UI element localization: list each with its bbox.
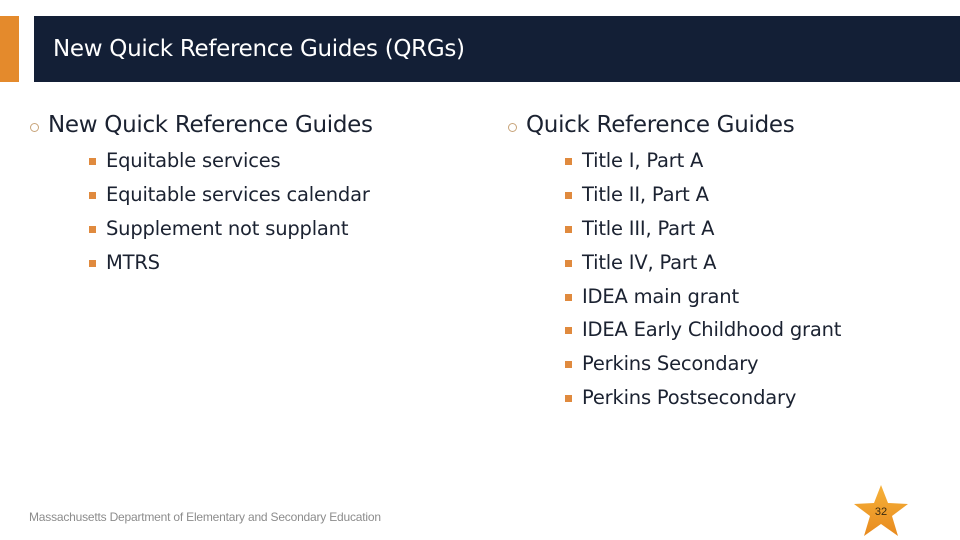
list-item-label: Title I, Part A bbox=[582, 149, 704, 173]
list-item: Equitable services bbox=[89, 144, 373, 178]
list-item: Title III, Part A bbox=[565, 212, 841, 246]
list-item: Supplement not supplant bbox=[89, 212, 373, 246]
left-column: New Quick Reference Guides Equitable ser… bbox=[30, 108, 373, 279]
slide-title: New Quick Reference Guides (QRGs) bbox=[53, 36, 465, 62]
list-item-label: Perkins Secondary bbox=[582, 352, 759, 376]
circle-bullet-icon bbox=[508, 122, 517, 132]
slide-header: New Quick Reference Guides (QRGs) bbox=[34, 16, 960, 82]
square-bullet-icon bbox=[565, 158, 572, 166]
list-item: Perkins Secondary bbox=[565, 347, 841, 381]
list-item-label: Title III, Part A bbox=[582, 216, 715, 240]
list-item-label: Perkins Postsecondary bbox=[582, 385, 797, 409]
right-heading-item: Quick Reference Guides bbox=[508, 108, 841, 142]
list-item: Title IV, Part A bbox=[565, 245, 841, 279]
list-item-label: IDEA main grant bbox=[582, 284, 739, 308]
square-bullet-icon bbox=[89, 225, 96, 233]
list-item-label: Equitable services bbox=[106, 149, 281, 173]
footer-organization: Massachusetts Department of Elementary a… bbox=[29, 510, 381, 524]
left-heading: New Quick Reference Guides bbox=[48, 112, 373, 138]
right-list: Title I, Part A Title II, Part A Title I… bbox=[565, 144, 841, 414]
list-item-label: Title II, Part A bbox=[582, 183, 709, 207]
square-bullet-icon bbox=[89, 158, 96, 166]
square-bullet-icon bbox=[565, 361, 572, 369]
list-item-label: MTRS bbox=[106, 250, 160, 274]
page-number-badge: 32 bbox=[852, 484, 910, 540]
square-bullet-icon bbox=[565, 192, 572, 200]
list-item: IDEA Early Childhood grant bbox=[565, 313, 841, 347]
list-item: MTRS bbox=[89, 245, 373, 279]
list-item: Perkins Postsecondary bbox=[565, 381, 841, 415]
list-item-label: Title IV, Part A bbox=[582, 250, 717, 274]
list-item: Equitable services calendar bbox=[89, 178, 373, 212]
circle-bullet-icon bbox=[30, 122, 39, 132]
list-item: IDEA main grant bbox=[565, 279, 841, 313]
left-list: Equitable services Equitable services ca… bbox=[89, 144, 373, 279]
square-bullet-icon bbox=[565, 293, 572, 301]
page-number: 32 bbox=[874, 506, 888, 518]
right-column: Quick Reference Guides Title I, Part A T… bbox=[508, 108, 841, 414]
square-bullet-icon bbox=[565, 225, 572, 233]
right-heading: Quick Reference Guides bbox=[526, 112, 795, 138]
list-item-label: Equitable services calendar bbox=[106, 183, 370, 207]
square-bullet-icon bbox=[89, 192, 96, 200]
list-item-label: IDEA Early Childhood grant bbox=[582, 318, 842, 342]
square-bullet-icon bbox=[565, 327, 572, 335]
square-bullet-icon bbox=[565, 394, 572, 402]
square-bullet-icon bbox=[565, 259, 572, 267]
list-item: Title II, Part A bbox=[565, 178, 841, 212]
list-item: Title I, Part A bbox=[565, 144, 841, 178]
list-item-label: Supplement not supplant bbox=[106, 216, 349, 240]
left-heading-item: New Quick Reference Guides bbox=[30, 108, 373, 142]
square-bullet-icon bbox=[89, 259, 96, 267]
accent-bar bbox=[0, 16, 19, 82]
